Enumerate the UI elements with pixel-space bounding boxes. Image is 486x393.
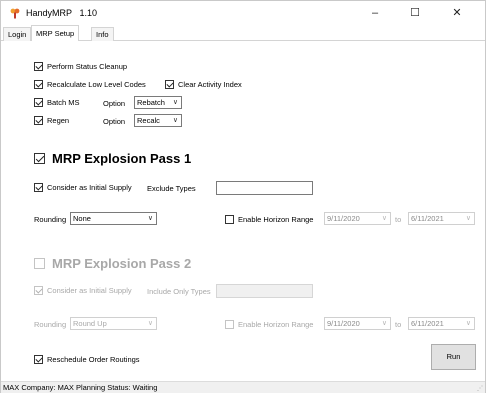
minimize-button[interactable]: –	[359, 3, 391, 23]
pass1-horizon-checkbox[interactable]: Enable Horizon Range	[225, 215, 313, 224]
pass1-horizon-label: Enable Horizon Range	[238, 215, 314, 224]
regen-option-label: Option	[103, 117, 126, 126]
chevron-down-icon: ∨	[465, 215, 471, 222]
checkbox-box[interactable]	[34, 153, 45, 164]
status-text: MAX Company: MAX Planning Status: Waitin…	[3, 383, 158, 392]
pass1-horizon-to-value: 6/11/2021	[411, 214, 444, 223]
recalc-low-level-codes-checkbox[interactable]: Recalculate Low Level Codes	[34, 80, 146, 89]
close-button[interactable]: ✕	[441, 3, 473, 23]
mrp-setup-panel: Perform Status Cleanup Recalculate Low L…	[1, 41, 485, 381]
status-bar: MAX Company: MAX Planning Status: Waitin…	[1, 381, 485, 393]
chevron-down-icon: ∨	[465, 320, 471, 327]
checkbox-box[interactable]	[34, 258, 45, 269]
batch-ms-label: Batch MS	[47, 98, 80, 107]
perform-status-cleanup-label: Perform Status Cleanup	[47, 62, 128, 71]
pass2-horizon-checkbox[interactable]: Enable Horizon Range	[225, 320, 313, 329]
chevron-down-icon: ∨	[172, 117, 178, 124]
tab-strip: Login MRP Setup Info	[1, 25, 485, 42]
pass2-horizon-label: Enable Horizon Range	[238, 320, 314, 329]
batch-ms-option-value: Rebatch	[137, 98, 165, 107]
pass1-consider-initial-supply-checkbox[interactable]: Consider as Initial Supply	[34, 183, 132, 192]
pass2-section-checkbox[interactable]: MRP Explosion Pass 2	[34, 256, 191, 271]
checkbox-box[interactable]	[34, 286, 43, 295]
pass1-horizon-to-label: to	[395, 215, 402, 224]
regen-option-select[interactable]: Recalc ∨	[134, 114, 182, 127]
regen-checkbox[interactable]: Regen	[34, 116, 69, 125]
checkbox-box[interactable]	[34, 98, 43, 107]
app-version: 1.10	[79, 8, 98, 18]
pass2-horizon-to-value: 6/11/2021	[411, 319, 444, 328]
pass2-consider-initial-supply-label: Consider as Initial Supply	[47, 286, 132, 295]
pass2-include-types-input[interactable]	[216, 284, 313, 298]
pass2-horizon-to-label: to	[395, 320, 402, 329]
pass2-rounding-select[interactable]: Round Up ∨	[70, 317, 157, 330]
pass1-horizon-from-value: 9/11/2020	[327, 214, 360, 223]
pass2-horizon-from-date[interactable]: 9/11/2020 ∨	[324, 317, 391, 330]
chevron-down-icon: ∨	[381, 215, 387, 222]
pass2-rounding-label: Rounding	[34, 320, 67, 329]
pass2-consider-initial-supply-checkbox[interactable]: Consider as Initial Supply	[34, 286, 132, 295]
chevron-down-icon: ∨	[381, 320, 387, 327]
chevron-down-icon: ∨	[147, 320, 153, 327]
regen-label: Regen	[47, 116, 70, 125]
checkbox-box[interactable]	[34, 62, 43, 71]
run-button[interactable]: Run	[431, 344, 476, 370]
regen-option-value: Recalc	[137, 116, 160, 125]
checkbox-box[interactable]	[34, 355, 43, 364]
tab-info[interactable]: Info	[91, 27, 114, 41]
batch-ms-option-label: Option	[103, 99, 126, 108]
chevron-down-icon: ∨	[172, 99, 178, 106]
pass2-include-types-label: Include Only Types	[147, 287, 211, 296]
chevron-down-icon: ∨	[147, 215, 153, 222]
pass1-horizon-from-date[interactable]: 9/11/2020 ∨	[324, 212, 391, 225]
reschedule-order-routings-checkbox[interactable]: Reschedule Order Routings	[34, 355, 140, 364]
clear-activity-index-checkbox[interactable]: Clear Activity Index	[165, 80, 242, 89]
pass2-title: MRP Explosion Pass 2	[52, 256, 192, 271]
window-title: HandyMRP 1.10	[26, 8, 97, 18]
clear-activity-index-label: Clear Activity Index	[178, 80, 242, 89]
pass2-horizon-from-value: 9/11/2020	[327, 319, 360, 328]
batch-ms-checkbox[interactable]: Batch MS	[34, 98, 80, 107]
tab-mrp-setup[interactable]: MRP Setup	[31, 25, 80, 42]
pass1-section-checkbox[interactable]: MRP Explosion Pass 1	[34, 151, 191, 166]
pass1-exclude-types-input[interactable]	[216, 181, 313, 195]
maximize-button[interactable]: ☐	[399, 3, 431, 23]
app-logo-icon	[10, 8, 20, 19]
perform-status-cleanup-checkbox[interactable]: Perform Status Cleanup	[34, 62, 127, 71]
pass1-rounding-value: None	[73, 214, 91, 223]
recalc-low-level-codes-label: Recalculate Low Level Codes	[47, 80, 146, 89]
resize-grip-icon[interactable]: ⋰	[477, 384, 483, 393]
pass2-horizon-to-date[interactable]: 6/11/2021 ∨	[408, 317, 475, 330]
pass1-title: MRP Explosion Pass 1	[52, 151, 192, 166]
tab-login[interactable]: Login	[3, 27, 32, 41]
reschedule-order-routings-label: Reschedule Order Routings	[47, 355, 140, 364]
batch-ms-option-select[interactable]: Rebatch ∨	[134, 96, 182, 109]
checkbox-box[interactable]	[225, 320, 234, 329]
pass1-consider-initial-supply-label: Consider as Initial Supply	[47, 183, 132, 192]
checkbox-box[interactable]	[225, 215, 234, 224]
checkbox-box[interactable]	[165, 80, 174, 89]
checkbox-box[interactable]	[34, 116, 43, 125]
title-bar[interactable]: HandyMRP 1.10 – ☐ ✕	[1, 1, 485, 25]
checkbox-box[interactable]	[34, 80, 43, 89]
pass1-horizon-to-date[interactable]: 6/11/2021 ∨	[408, 212, 475, 225]
app-name: HandyMRP	[26, 8, 73, 18]
pass1-rounding-label: Rounding	[34, 215, 67, 224]
pass1-exclude-types-label: Exclude Types	[147, 184, 196, 193]
checkbox-box[interactable]	[34, 183, 43, 192]
pass2-rounding-value: Round Up	[73, 319, 107, 328]
app-window: HandyMRP 1.10 – ☐ ✕ Login MRP Setup Info…	[0, 0, 486, 393]
pass1-rounding-select[interactable]: None ∨	[70, 212, 157, 225]
